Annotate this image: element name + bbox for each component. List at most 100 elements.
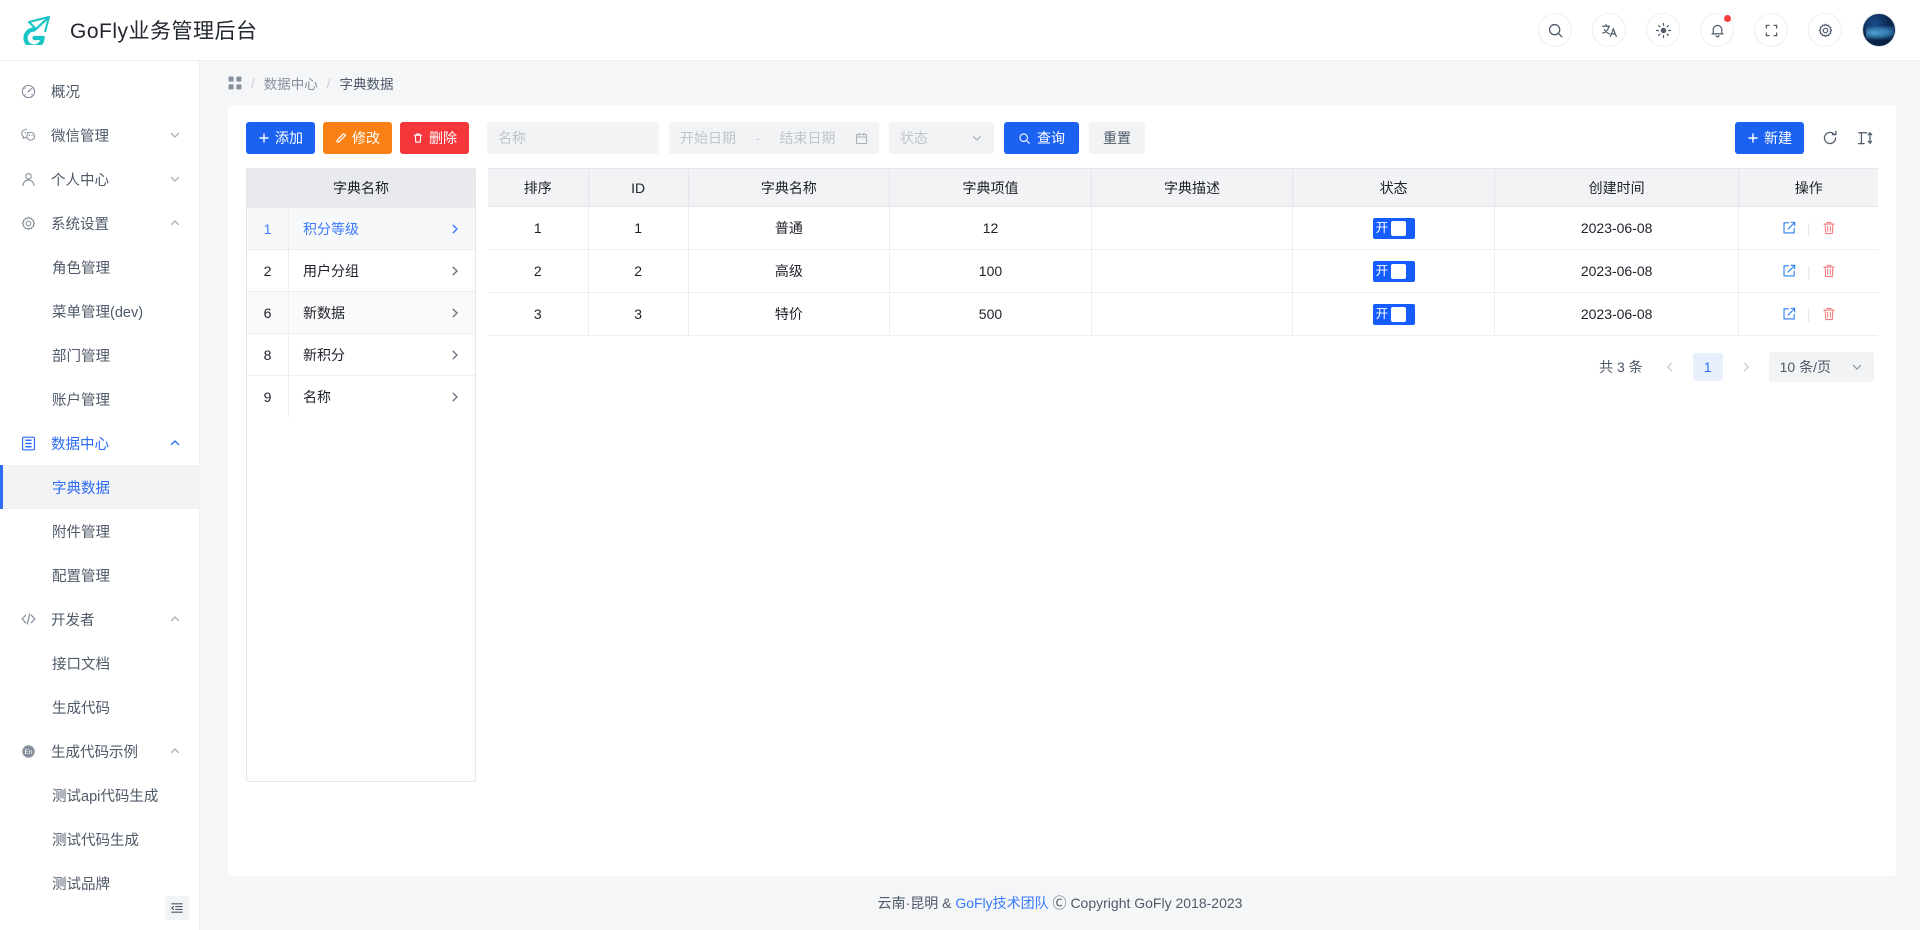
delete-button[interactable]: 删除 bbox=[400, 122, 469, 154]
column-header-sort[interactable]: 排序 bbox=[488, 169, 588, 207]
status-toggle-knob bbox=[1391, 307, 1406, 322]
content-panel: 添加 修改 删除 名称 bbox=[228, 105, 1896, 876]
status-toggle-label: 开 bbox=[1376, 265, 1389, 278]
chevron-down-icon bbox=[169, 173, 181, 185]
column-header-created-time[interactable]: 创建时间 bbox=[1494, 169, 1739, 207]
cell-created-time: 2023-06-08 bbox=[1494, 207, 1739, 250]
edit-icon[interactable] bbox=[1781, 220, 1797, 236]
edit-icon[interactable] bbox=[1781, 263, 1797, 279]
chevron-up-icon bbox=[169, 437, 181, 449]
create-button[interactable]: 新建 bbox=[1735, 122, 1804, 154]
split-area: 字典名称 1 积分等级 2 用户分组 bbox=[228, 168, 1896, 860]
add-button[interactable]: 添加 bbox=[246, 122, 315, 154]
status-toggle[interactable]: 开 bbox=[1373, 304, 1415, 325]
sidebar-item-generate-code[interactable]: 生成代码 bbox=[0, 685, 199, 729]
edit-icon[interactable] bbox=[1781, 306, 1797, 322]
chevron-right-icon[interactable] bbox=[449, 349, 475, 361]
table-row[interactable]: 2 2 高级 100 开 bbox=[488, 250, 1878, 293]
app-body: 概况 微信管理 bbox=[0, 61, 1920, 930]
sidebar-item-department-management[interactable]: 部门管理 bbox=[0, 333, 199, 377]
status-select[interactable]: 状态 bbox=[889, 122, 994, 154]
status-toggle[interactable]: 开 bbox=[1373, 218, 1415, 239]
sidebar-item-system-settings[interactable]: 系统设置 bbox=[0, 201, 199, 245]
trash-icon[interactable] bbox=[1821, 306, 1837, 322]
sidebar-item-label: 附件管理 bbox=[52, 521, 181, 542]
apps-icon[interactable] bbox=[228, 76, 242, 90]
tree-row[interactable]: 6 新数据 bbox=[247, 291, 475, 333]
table-row[interactable]: 1 1 普通 12 开 bbox=[488, 207, 1878, 250]
tree-row-index: 2 bbox=[247, 250, 289, 291]
reset-button[interactable]: 重置 bbox=[1089, 122, 1145, 154]
chevron-up-icon bbox=[169, 745, 181, 757]
pagination-page-1[interactable]: 1 bbox=[1693, 353, 1723, 381]
column-header-id[interactable]: ID bbox=[588, 169, 688, 207]
chevron-right-icon[interactable] bbox=[1733, 354, 1759, 380]
en-icon: En bbox=[20, 743, 37, 760]
chevron-right-icon[interactable] bbox=[449, 223, 475, 235]
sidebar-item-overview[interactable]: 概况 bbox=[0, 69, 199, 113]
column-header-status[interactable]: 状态 bbox=[1293, 169, 1495, 207]
sidebar-item-account-management[interactable]: 账户管理 bbox=[0, 377, 199, 421]
refresh-icon[interactable] bbox=[1821, 129, 1839, 147]
status-toggle-label: 开 bbox=[1376, 308, 1389, 321]
cell-dict-desc bbox=[1091, 250, 1293, 293]
cell-status: 开 bbox=[1293, 250, 1495, 293]
sidebar-item-dictionary-data[interactable]: 字典数据 bbox=[0, 465, 199, 509]
edit-button[interactable]: 修改 bbox=[323, 122, 392, 154]
add-button-label: 添加 bbox=[275, 128, 303, 148]
tree-row-name: 积分等级 bbox=[289, 219, 449, 239]
row-height-icon[interactable] bbox=[1856, 129, 1874, 147]
column-header-dict-name[interactable]: 字典名称 bbox=[688, 169, 890, 207]
toolbar: 添加 修改 删除 名称 bbox=[228, 105, 1896, 168]
sidebar-item-role-management[interactable]: 角色管理 bbox=[0, 245, 199, 289]
bell-icon[interactable] bbox=[1700, 13, 1734, 47]
sidebar-item-personal-center[interactable]: 个人中心 bbox=[0, 157, 199, 201]
sidebar-item-wechat[interactable]: 微信管理 bbox=[0, 113, 199, 157]
tree-row-name: 用户分组 bbox=[289, 261, 449, 281]
status-toggle[interactable]: 开 bbox=[1373, 261, 1415, 282]
sidebar-item-code-examples[interactable]: En 生成代码示例 bbox=[0, 729, 199, 773]
tree-row[interactable]: 8 新积分 bbox=[247, 333, 475, 375]
sidebar-item-data-center[interactable]: 数据中心 bbox=[0, 421, 199, 465]
operations-separator: | bbox=[1807, 220, 1811, 236]
sidebar-item-test-code[interactable]: 测试代码生成 bbox=[0, 817, 199, 861]
create-button-label: 新建 bbox=[1764, 128, 1792, 148]
tree-row[interactable]: 9 名称 bbox=[247, 375, 475, 417]
cell-dict-name: 普通 bbox=[688, 207, 890, 250]
chevron-right-icon[interactable] bbox=[449, 307, 475, 319]
trash-icon[interactable] bbox=[1821, 263, 1837, 279]
operations-separator: | bbox=[1807, 263, 1811, 279]
date-start-placeholder: 开始日期 bbox=[680, 128, 736, 148]
name-input[interactable]: 名称 bbox=[487, 122, 659, 154]
avatar[interactable] bbox=[1862, 13, 1896, 47]
collapse-icon[interactable] bbox=[165, 896, 189, 920]
brightness-icon[interactable] bbox=[1646, 13, 1680, 47]
table-row[interactable]: 3 3 特价 500 开 bbox=[488, 293, 1878, 336]
brand[interactable]: GoFly业务管理后台 bbox=[18, 13, 258, 47]
gear-icon[interactable] bbox=[1808, 13, 1842, 47]
crud-button-group: 添加 修改 删除 bbox=[246, 122, 469, 154]
search-icon[interactable] bbox=[1538, 13, 1572, 47]
sidebar-item-config-management[interactable]: 配置管理 bbox=[0, 553, 199, 597]
sidebar-item-menu-management[interactable]: 菜单管理(dev) bbox=[0, 289, 199, 333]
sidebar-item-test-api-code[interactable]: 测试api代码生成 bbox=[0, 773, 199, 817]
breadcrumb-item-data-center[interactable]: 数据中心 bbox=[264, 73, 318, 93]
query-button[interactable]: 查询 bbox=[1004, 122, 1079, 154]
chevron-left-icon[interactable] bbox=[1657, 354, 1683, 380]
sidebar-item-developer[interactable]: 开发者 bbox=[0, 597, 199, 641]
translate-icon[interactable] bbox=[1592, 13, 1626, 47]
trash-icon[interactable] bbox=[1821, 220, 1837, 236]
tree-row[interactable]: 1 积分等级 bbox=[247, 207, 475, 249]
page-size-select[interactable]: 10 条/页 bbox=[1769, 352, 1874, 382]
fullscreen-icon[interactable] bbox=[1754, 13, 1788, 47]
date-range-picker[interactable]: 开始日期 - 结束日期 bbox=[669, 122, 879, 154]
sidebar-item-api-doc[interactable]: 接口文档 bbox=[0, 641, 199, 685]
chevron-right-icon[interactable] bbox=[449, 265, 475, 277]
footer-team-link[interactable]: GoFly技术团队 bbox=[955, 893, 1048, 913]
chevron-right-icon[interactable] bbox=[449, 391, 475, 403]
sidebar-item-attachment-management[interactable]: 附件管理 bbox=[0, 509, 199, 553]
column-header-dict-value[interactable]: 字典项值 bbox=[890, 169, 1092, 207]
tree-row[interactable]: 2 用户分组 bbox=[247, 249, 475, 291]
column-header-dict-desc[interactable]: 字典描述 bbox=[1091, 169, 1293, 207]
wechat-icon bbox=[20, 127, 37, 144]
